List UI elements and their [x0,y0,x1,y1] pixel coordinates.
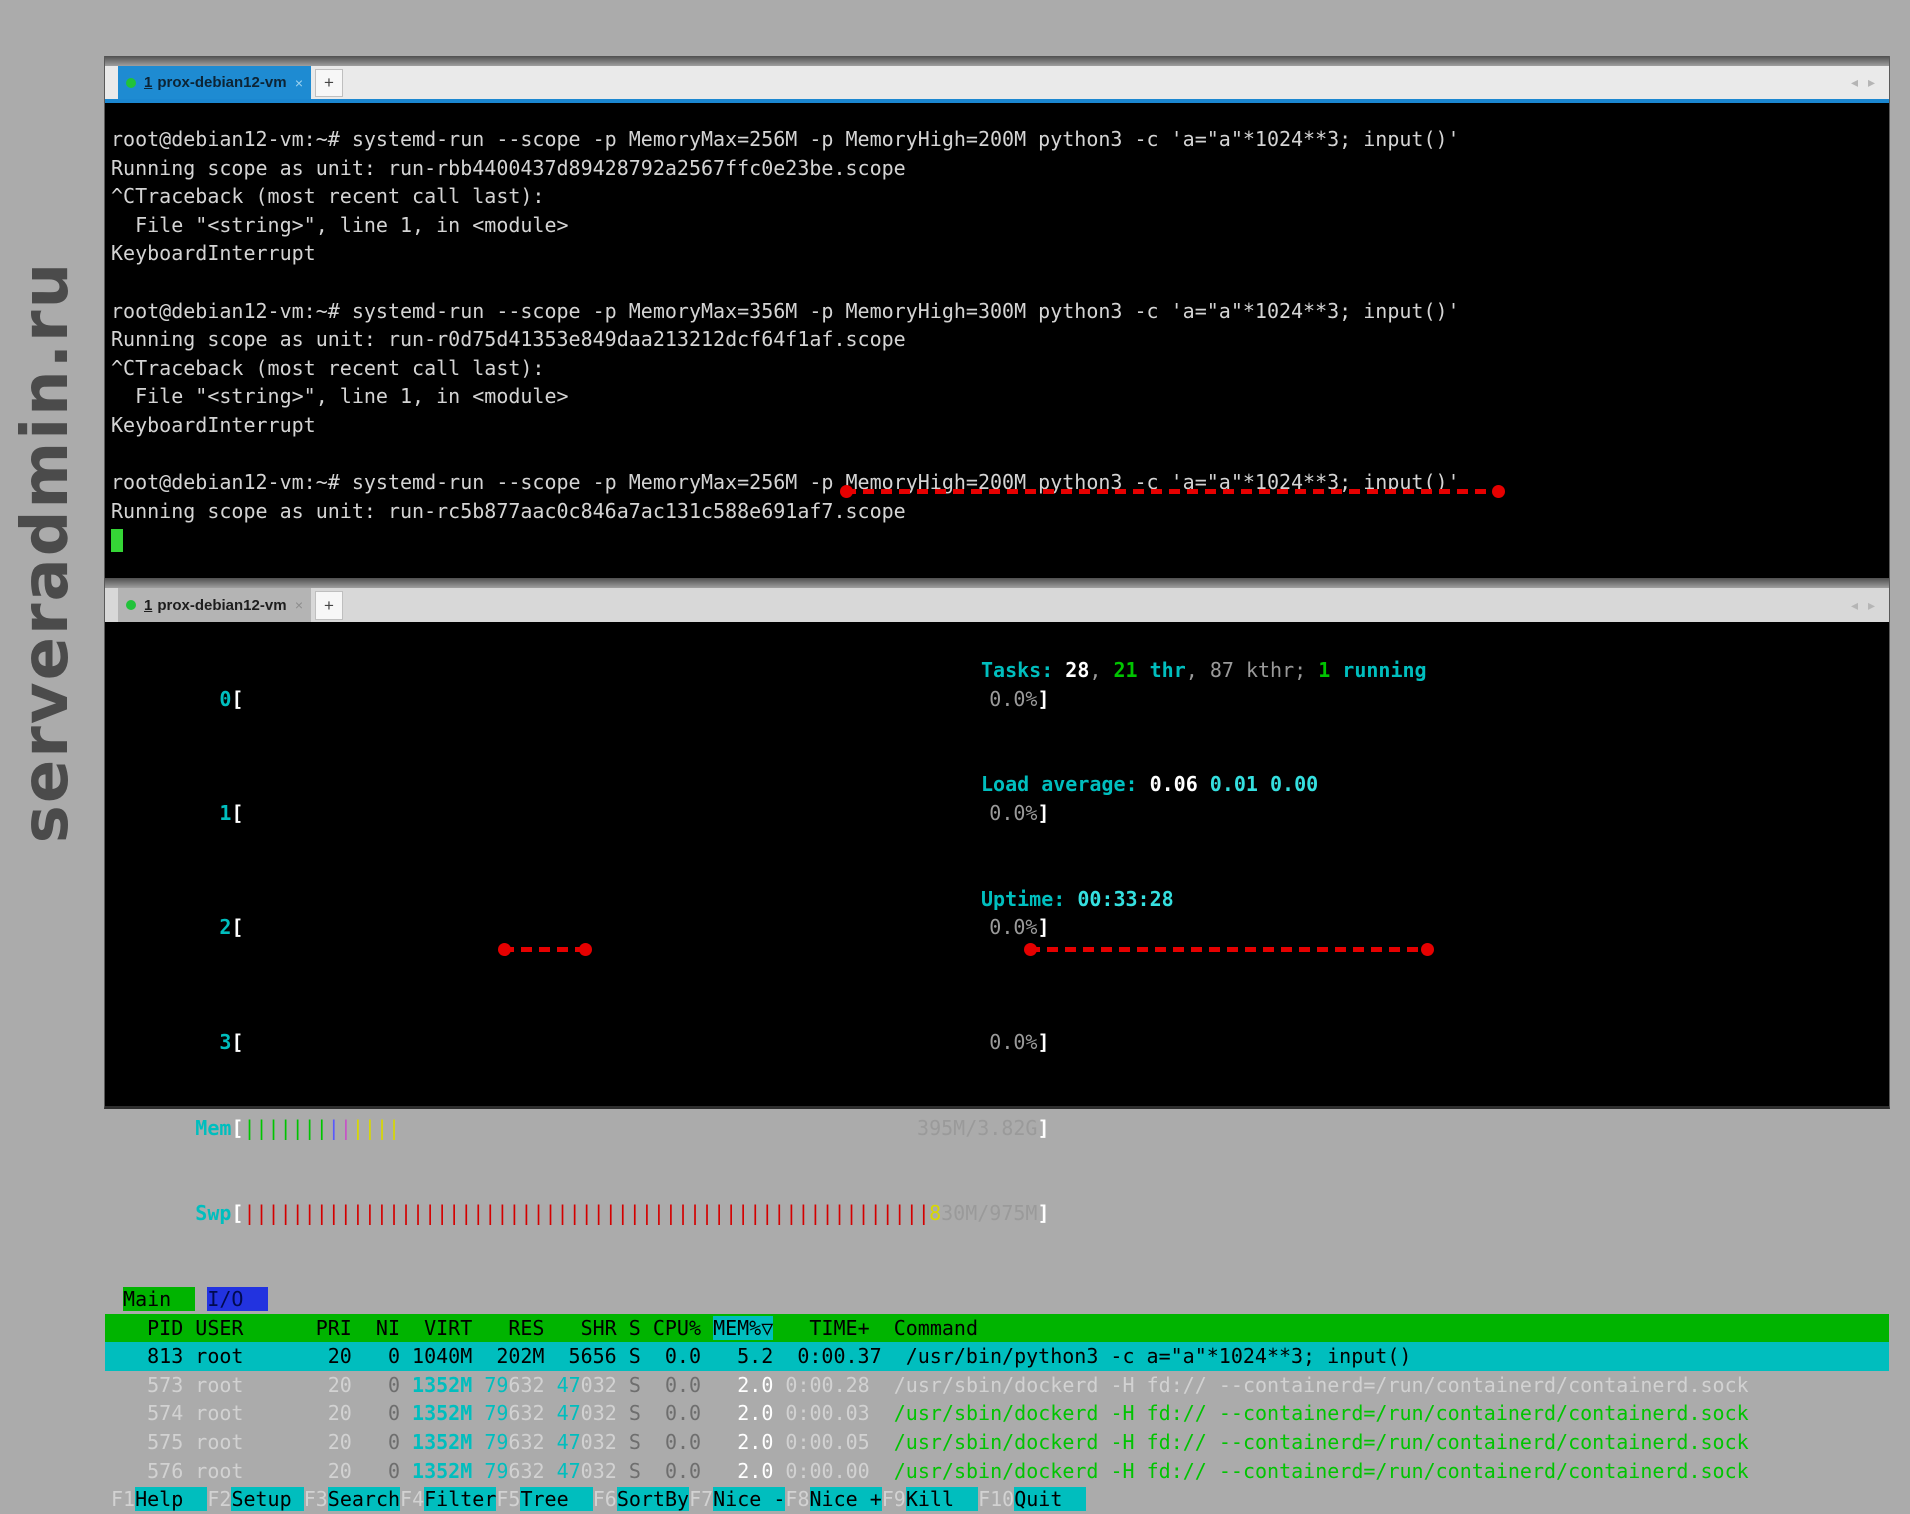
cpu3-meter: 0.0% [243,1028,1037,1057]
swap-meter-line: Swp[||||||||||||||||||||||||||||||||||||… [105,1171,1889,1257]
shell-line: Running scope as unit: run-rbb4400437d89… [111,154,1889,183]
meter-close-bracket: ] [1037,1201,1049,1225]
cpu1-meter: 0.0% [243,799,1037,828]
shell-line: File "<string>", line 1, in <module> [111,382,1889,411]
scroll-tabs-left-icon[interactable]: ◂ [1851,74,1858,91]
shell-line: Running scope as unit: run-r0d75d41353e8… [111,325,1889,354]
table-row-selected-pid-813[interactable]: 813 root 20 0 1040M 202M 5656 S 0.0 5.2 … [105,1342,1889,1371]
meter-open-bracket: [ [231,1116,243,1140]
shell-prompt-line [111,525,1889,554]
shell-line: ^CTraceback (most recent call last): [111,354,1889,383]
function-key-bar[interactable]: F1Help F2Setup F3SearchF4FilterF5Tree F6… [105,1485,1889,1514]
cpu1-meter-line: 1[0.0%] Load average: 0.06 0.01 0.00 [105,770,1889,884]
shell-line [111,268,1889,297]
uptime: Uptime: 00:33:28 [981,885,1174,914]
scroll-tabs-left-icon[interactable]: ◂ [1851,597,1858,614]
new-tab-button[interactable]: + [315,69,343,97]
annotation-underline-python-command [1029,947,1429,952]
shell-line: File "<string>", line 1, in <module> [111,211,1889,240]
tab-number: 1 [144,74,152,91]
tab-status-dot-icon [126,600,136,610]
tab-title: prox-debian12-vm [157,597,286,614]
table-row-pid-575[interactable]: 575 root 20 0 1352M 79632 47032 S 0.0 2.… [105,1428,1889,1457]
table-row-pid-573[interactable]: 573 root 20 0 1352M 79632 47032 S 0.0 2.… [105,1371,1889,1400]
annotation-dot-icon [1024,943,1037,956]
memory-meter: |||||||||||||395M/3.82G [243,1114,1037,1143]
tab-scroll-arrows: ◂ ▸ [1851,66,1875,99]
shell-terminal-output[interactable]: root@debian12-vm:~# systemd-run --scope … [105,103,1889,578]
window-top-shadow [105,578,1889,588]
annotation-underline-res-202m [503,947,587,952]
annotation-dot-icon [579,943,592,956]
terminal-tab-shell[interactable]: 1 prox-debian12-vm × [118,66,311,99]
shell-line: root@debian12-vm:~# systemd-run --scope … [111,125,1889,154]
cpu2-meter-line: 2[0.0%] Uptime: 00:33:28 [105,885,1889,999]
meter-open-bracket: [ [231,1201,243,1225]
meter-open-bracket: [ [231,915,243,939]
meter-close-bracket: ] [1037,687,1049,711]
meter-open-bracket: [ [231,801,243,825]
shell-line: KeyboardInterrupt [111,239,1889,268]
new-tab-button[interactable]: + [315,591,343,620]
tasks-summary: Tasks: 28, 21 thr, 87 kthr; 1 running [981,656,1427,685]
shell-line: Running scope as unit: run-rc5b877aac0c8… [111,497,1889,526]
annotation-dot-icon [1421,943,1434,956]
tab-close-icon[interactable]: × [295,597,303,613]
tab-close-icon[interactable]: × [295,75,303,91]
screen-tabs[interactable]: Main I/O [105,1285,1889,1314]
watermark-text: serveradmin.ru [9,261,83,843]
scroll-tabs-right-icon[interactable]: ▸ [1868,597,1875,614]
tab-bar-htop: 1 prox-debian12-vm × + ◂ ▸ [105,588,1889,622]
load-average: Load average: 0.06 0.01 0.00 [981,770,1318,799]
table-row-pid-574[interactable]: 574 root 20 0 1352M 79632 47032 S 0.0 2.… [105,1399,1889,1428]
meter-close-bracket: ] [1037,915,1049,939]
swap-meter: ||||||||||||||||||||||||||||||||||||||||… [243,1199,1037,1228]
process-table-header[interactable]: PID USER PRI NI VIRT RES SHR S CPU% MEM%… [105,1314,1889,1343]
shell-line: ^CTraceback (most recent call last): [111,182,1889,211]
meter-open-bracket: [ [231,1030,243,1054]
tab-title: prox-debian12-vm [157,74,286,91]
annotation-dot-icon [498,943,511,956]
terminal-tab-htop[interactable]: 1 prox-debian12-vm × [118,588,311,622]
window-top-shadow [105,56,1889,66]
meter-close-bracket: ] [1037,801,1049,825]
scroll-tabs-right-icon[interactable]: ▸ [1868,74,1875,91]
cpu0-meter-line: 0[0.0%] Tasks: 28, 21 thr, 87 kthr; 1 ru… [105,656,1889,770]
htop-terminal[interactable]: 0[0.0%] Tasks: 28, 21 thr, 87 kthr; 1 ru… [105,622,1889,1106]
table-row-pid-576[interactable]: 576 root 20 0 1352M 79632 47032 S 0.0 2.… [105,1457,1889,1486]
shell-line: root@debian12-vm:~# systemd-run --scope … [111,297,1889,326]
annotation-underline-memoryhigh-command [845,489,1500,494]
memory-meter-line: Mem[|||||||||||||395M/3.82G] [105,1085,1889,1171]
cpu0-meter: 0.0% [243,685,1037,714]
tab-scroll-arrows: ◂ ▸ [1851,588,1875,622]
annotation-dot-icon [840,485,853,498]
tab-bar-shell: 1 prox-debian12-vm × + ◂ ▸ [105,66,1889,99]
annotation-dot-icon [1492,485,1505,498]
cpu2-meter: 0.0% [243,913,1037,942]
blank-line [105,1256,1889,1285]
shell-line: KeyboardInterrupt [111,411,1889,440]
cpu3-meter-line: 3[0.0%] [105,999,1889,1085]
terminal-cursor [111,529,123,552]
meter-close-bracket: ] [1037,1030,1049,1054]
meter-close-bracket: ] [1037,1116,1049,1140]
tab-number: 1 [144,597,152,614]
shell-line [111,440,1889,469]
terminal-window: 1 prox-debian12-vm × + ◂ ▸ root@debian12… [104,56,1890,1109]
tab-status-dot-icon [126,78,136,88]
meter-open-bracket: [ [231,687,243,711]
